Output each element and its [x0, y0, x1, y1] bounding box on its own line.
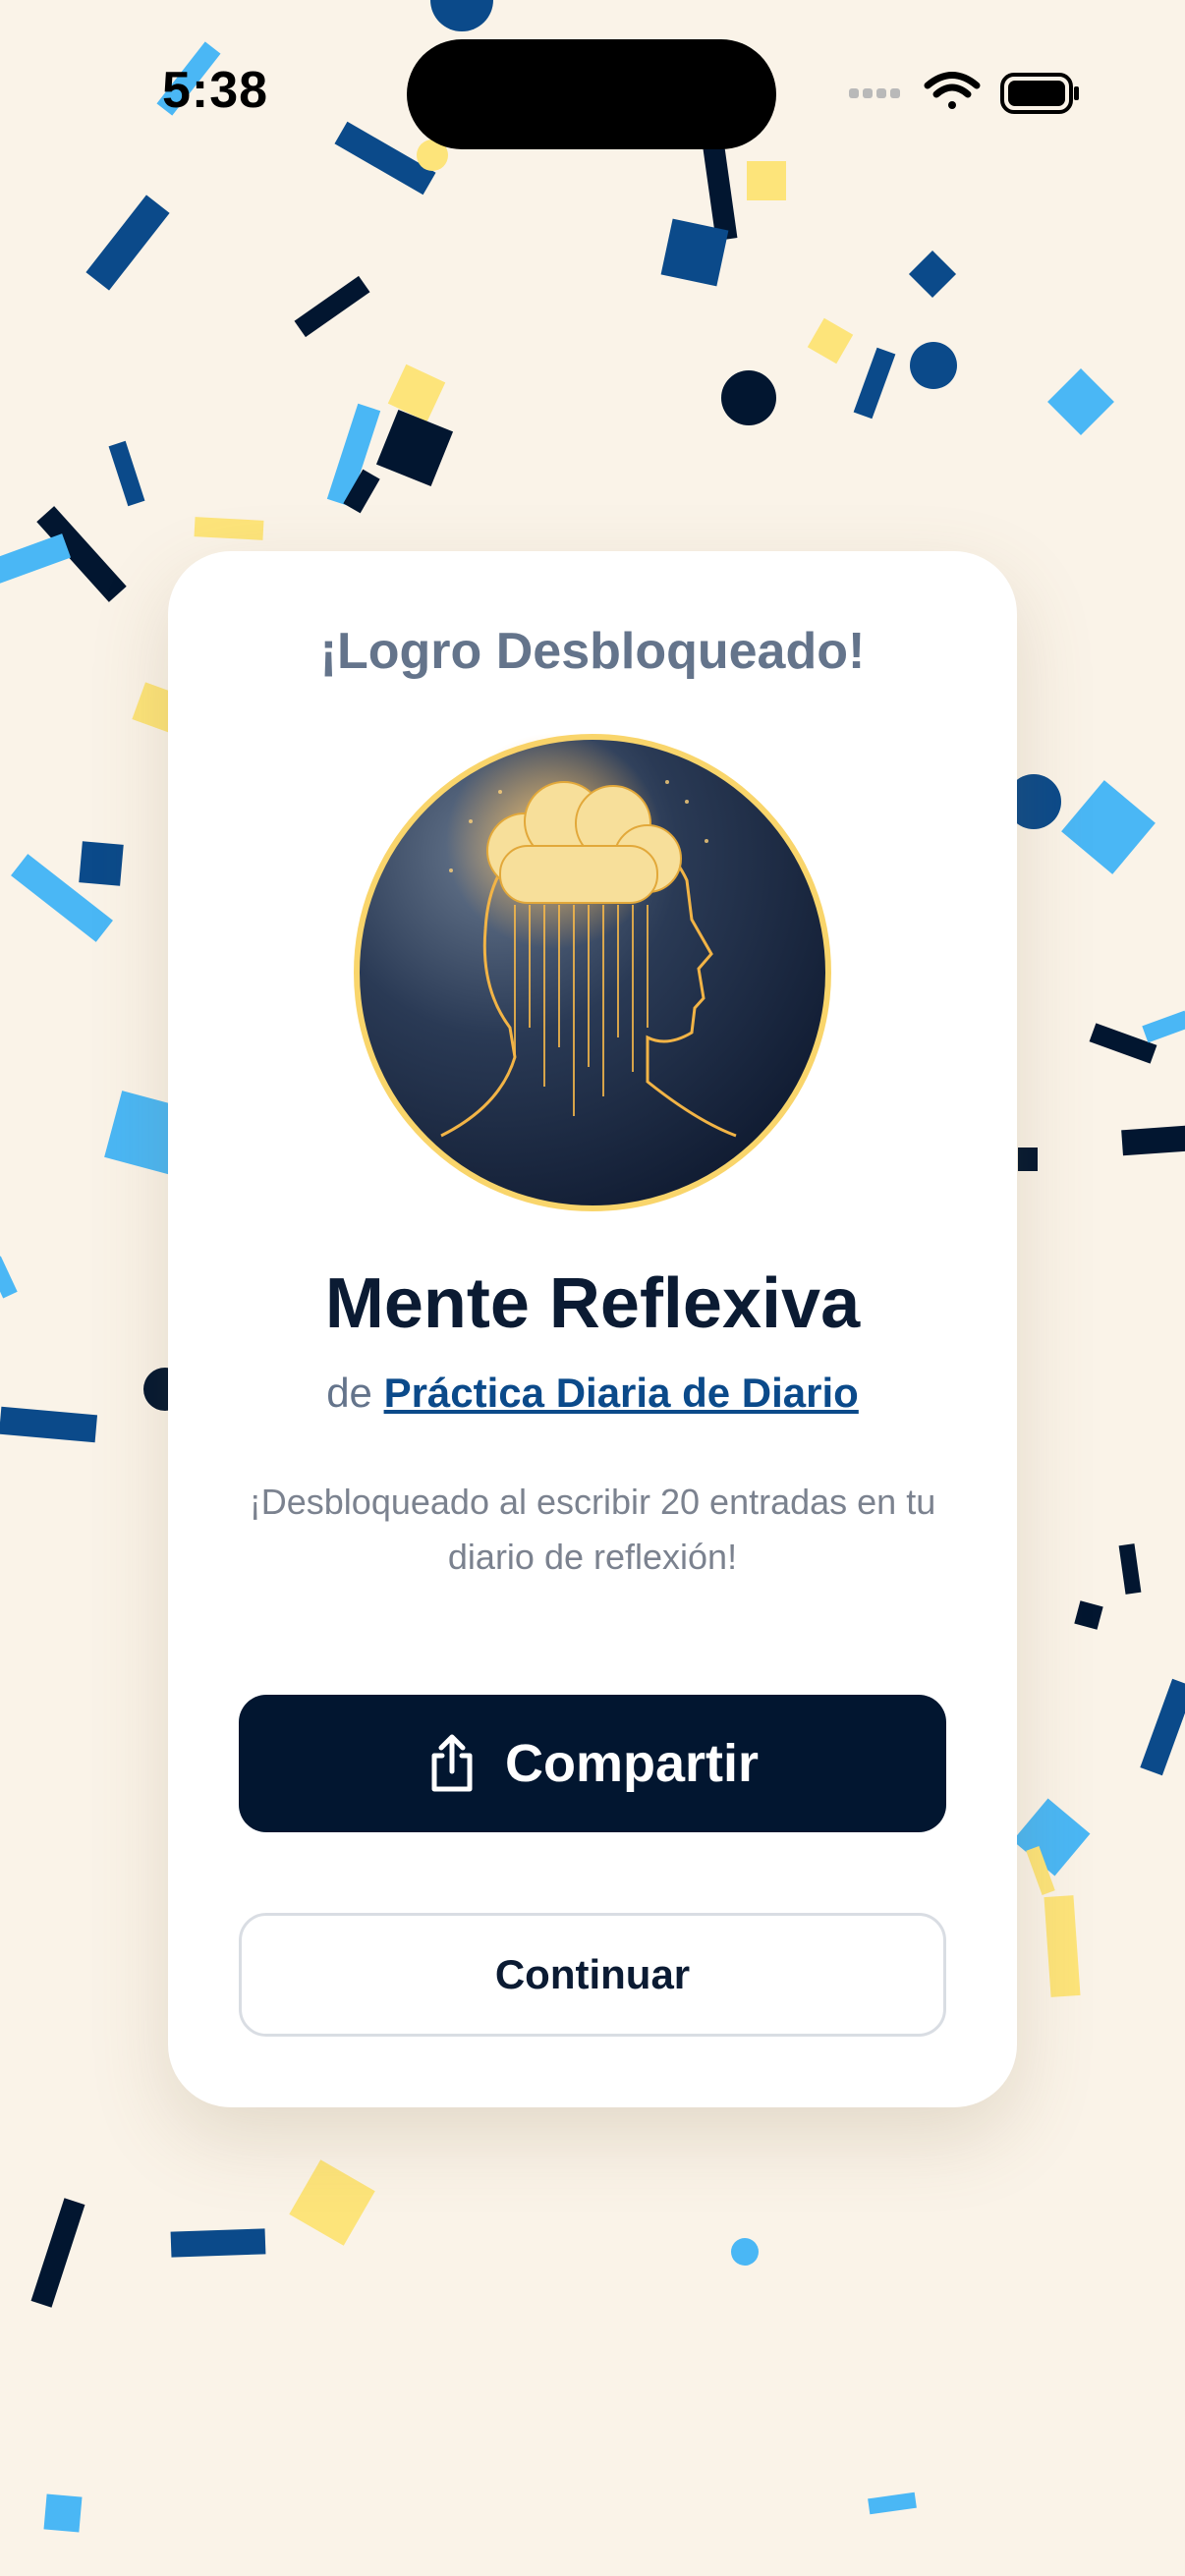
achievement-heading: ¡Logro Desbloqueado! [319, 623, 866, 680]
confetti-piece [79, 841, 124, 886]
achievement-title: Mente Reflexiva [324, 1264, 861, 1343]
share-button-label: Compartir [504, 1734, 760, 1793]
source-program-link[interactable]: Práctica Diaria de Diario [384, 1370, 859, 1416]
confetti-piece [910, 342, 957, 389]
confetti-piece [1121, 1125, 1185, 1156]
status-time: 5:38 [162, 62, 269, 119]
battery-icon [1000, 73, 1079, 114]
share-icon [431, 1734, 473, 1792]
continue-button-label: Continuar [494, 1951, 691, 1997]
achievement-source: de Práctica Diaria de Diario [168, 1370, 1017, 1417]
status-icons [849, 72, 1079, 114]
wifi-icon [924, 72, 981, 109]
achievement-screen: 5:38 ¡Logro Desbloqueado! Mente Reflexiv… [0, 0, 1185, 2576]
confetti-piece [747, 161, 786, 200]
achievement-description: ¡Desbloqueado al escribir 20 entradas en… [249, 1482, 936, 1577]
confetti-piece [660, 218, 729, 287]
confetti-piece [721, 370, 776, 425]
continue-button[interactable]: Continuar [239, 1913, 946, 2037]
cellular-signal-icon [849, 88, 900, 98]
share-button[interactable]: Compartir [239, 1695, 946, 1832]
confetti-piece [1018, 1148, 1038, 1171]
dynamic-island [407, 39, 776, 149]
confetti-piece [170, 2228, 266, 2258]
confetti-piece [194, 517, 264, 540]
achievement-badge-image [354, 733, 831, 1211]
achievement-card: ¡Logro Desbloqueado! Mente Reflexiva de … [168, 551, 1017, 2107]
confetti-piece [731, 2238, 759, 2266]
confetti-piece [43, 2493, 83, 2533]
source-prefix: de [326, 1370, 372, 1416]
